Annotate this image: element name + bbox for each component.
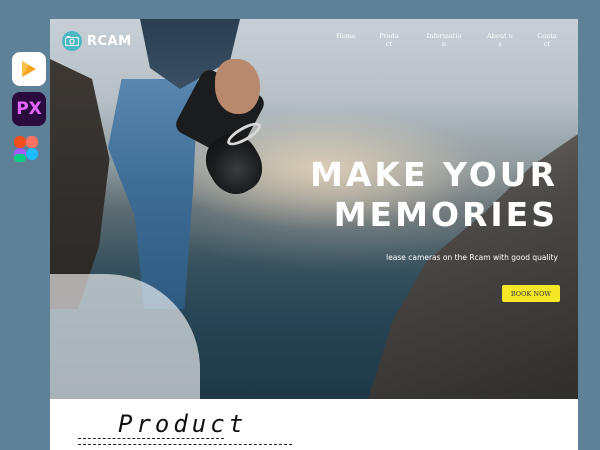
main-nav: Home Product Information About us Contac… bbox=[50, 32, 578, 52]
infinity-icon bbox=[22, 61, 36, 77]
product-section-title: Product bbox=[118, 410, 248, 438]
hero-section: RCAM Home Product Information About us C… bbox=[50, 19, 578, 424]
px-icon: PX bbox=[16, 99, 42, 119]
infinity-app-icon[interactable] bbox=[12, 52, 46, 86]
product-section: Product bbox=[50, 399, 578, 450]
figma-app-icon[interactable] bbox=[12, 132, 46, 166]
hero-rock-left bbox=[50, 59, 110, 309]
hero-hand bbox=[215, 59, 260, 114]
nav-item-home[interactable]: Home bbox=[336, 32, 356, 40]
nav-item-about-us[interactable]: About us bbox=[486, 32, 514, 48]
website-mockup: RCAM Home Product Information About us C… bbox=[50, 19, 578, 450]
product-title-underline-long bbox=[78, 444, 292, 445]
nav-item-product[interactable]: Product bbox=[378, 32, 400, 48]
app-icon-column: PX bbox=[12, 52, 50, 172]
hero-headline-line2: MEMORIES bbox=[333, 195, 558, 234]
figma-icon bbox=[14, 136, 38, 162]
hero-subline: lease cameras on the Rcam with good qual… bbox=[386, 253, 558, 262]
nav-item-contact[interactable]: Contact bbox=[536, 32, 558, 48]
hero-headline: MAKE YOUR MEMORIES bbox=[258, 155, 558, 235]
book-now-button[interactable]: BOOK NOW bbox=[502, 285, 560, 302]
px-app-icon[interactable]: PX bbox=[12, 92, 46, 126]
product-title-underline bbox=[78, 438, 224, 439]
nav-item-information[interactable]: Information bbox=[425, 32, 463, 48]
hero-headline-line1: MAKE YOUR bbox=[310, 155, 558, 194]
